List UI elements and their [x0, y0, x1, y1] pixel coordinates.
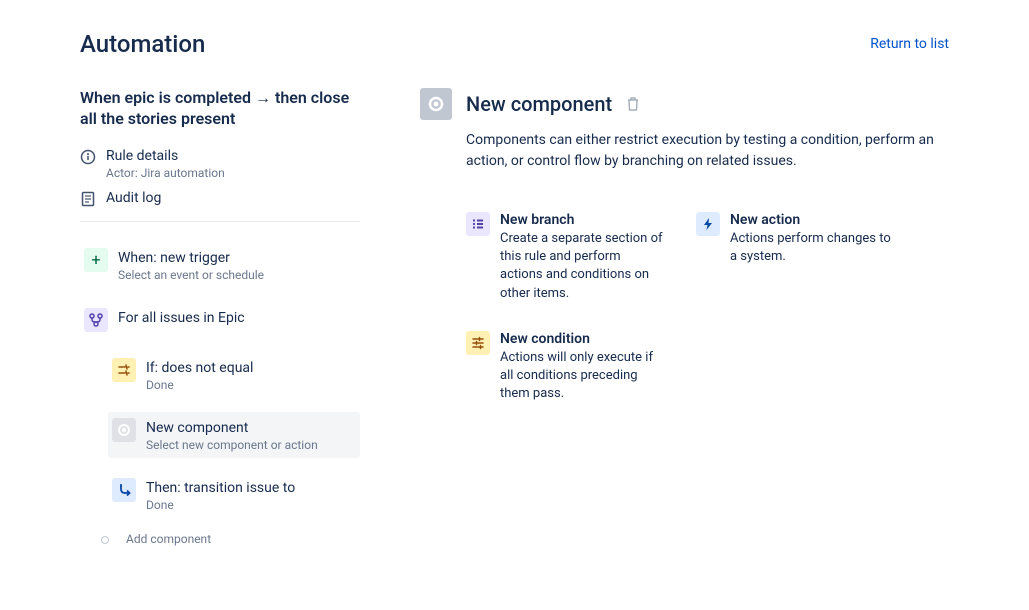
transition-icon — [112, 478, 136, 502]
flow-action-node[interactable]: Then: transition issue to Done — [108, 472, 360, 518]
list-icon — [466, 212, 490, 236]
rule-details-row[interactable]: Rule details Actor: Jira automation — [80, 148, 360, 180]
condition-icon — [112, 358, 136, 382]
panel-title: New component — [466, 92, 612, 116]
add-component-label: Add component — [126, 532, 211, 546]
flow-condition-node[interactable]: If: does not equal Done — [108, 352, 360, 398]
log-icon — [80, 191, 96, 207]
component-icon — [112, 418, 136, 442]
flow-action-sub: Done — [146, 498, 356, 512]
add-component-link[interactable]: Add component — [126, 532, 360, 546]
rule-details-label: Rule details — [106, 148, 360, 164]
option-new-branch[interactable]: New branch Create a separate section of … — [466, 212, 666, 303]
option-branch-desc: Create a separate section of this rule a… — [500, 230, 666, 303]
option-action-desc: Actions perform changes to a system. — [730, 230, 896, 266]
flow-component-node[interactable]: New component Select new component or ac… — [108, 412, 360, 458]
flow-trigger-sub: Select an event or schedule — [118, 268, 356, 282]
plus-icon: + — [84, 248, 108, 272]
option-condition-title: New condition — [500, 331, 666, 347]
lightning-icon — [696, 212, 720, 236]
flow-component-label: New component — [146, 420, 356, 436]
audit-log-label: Audit log — [106, 190, 360, 206]
flow-action-label: Then: transition issue to — [146, 480, 356, 496]
page-title: Automation — [80, 30, 205, 58]
filter-icon — [466, 331, 490, 355]
option-new-condition[interactable]: New condition Actions will only execute … — [466, 331, 666, 404]
option-action-title: New action — [730, 212, 896, 228]
delete-button[interactable] — [626, 96, 640, 112]
flow-trigger-label: When: new trigger — [118, 250, 356, 266]
info-icon — [80, 149, 96, 165]
return-to-list-link[interactable]: Return to list — [870, 36, 949, 52]
rule-title: When epic is completed → then close all … — [80, 88, 360, 130]
option-condition-desc: Actions will only execute if all conditi… — [500, 349, 666, 404]
audit-log-row[interactable]: Audit log — [80, 190, 360, 207]
flow-branch-node[interactable]: For all issues in Epic — [80, 302, 360, 338]
flow-condition-sub: Done — [146, 378, 356, 392]
flow-branch-label: For all issues in Epic — [118, 310, 356, 326]
panel-description: Components can either restrict execution… — [466, 130, 949, 172]
rule-actor: Actor: Jira automation — [106, 166, 360, 180]
add-dot-icon — [101, 536, 109, 544]
flow-component-sub: Select new component or action — [146, 438, 356, 452]
option-branch-title: New branch — [500, 212, 666, 228]
option-new-action[interactable]: New action Actions perform changes to a … — [696, 212, 896, 303]
flow-condition-label: If: does not equal — [146, 360, 356, 376]
component-header-icon — [420, 88, 452, 120]
flow-trigger-node[interactable]: + When: new trigger Select an event or s… — [80, 242, 360, 288]
branch-icon — [84, 308, 108, 332]
